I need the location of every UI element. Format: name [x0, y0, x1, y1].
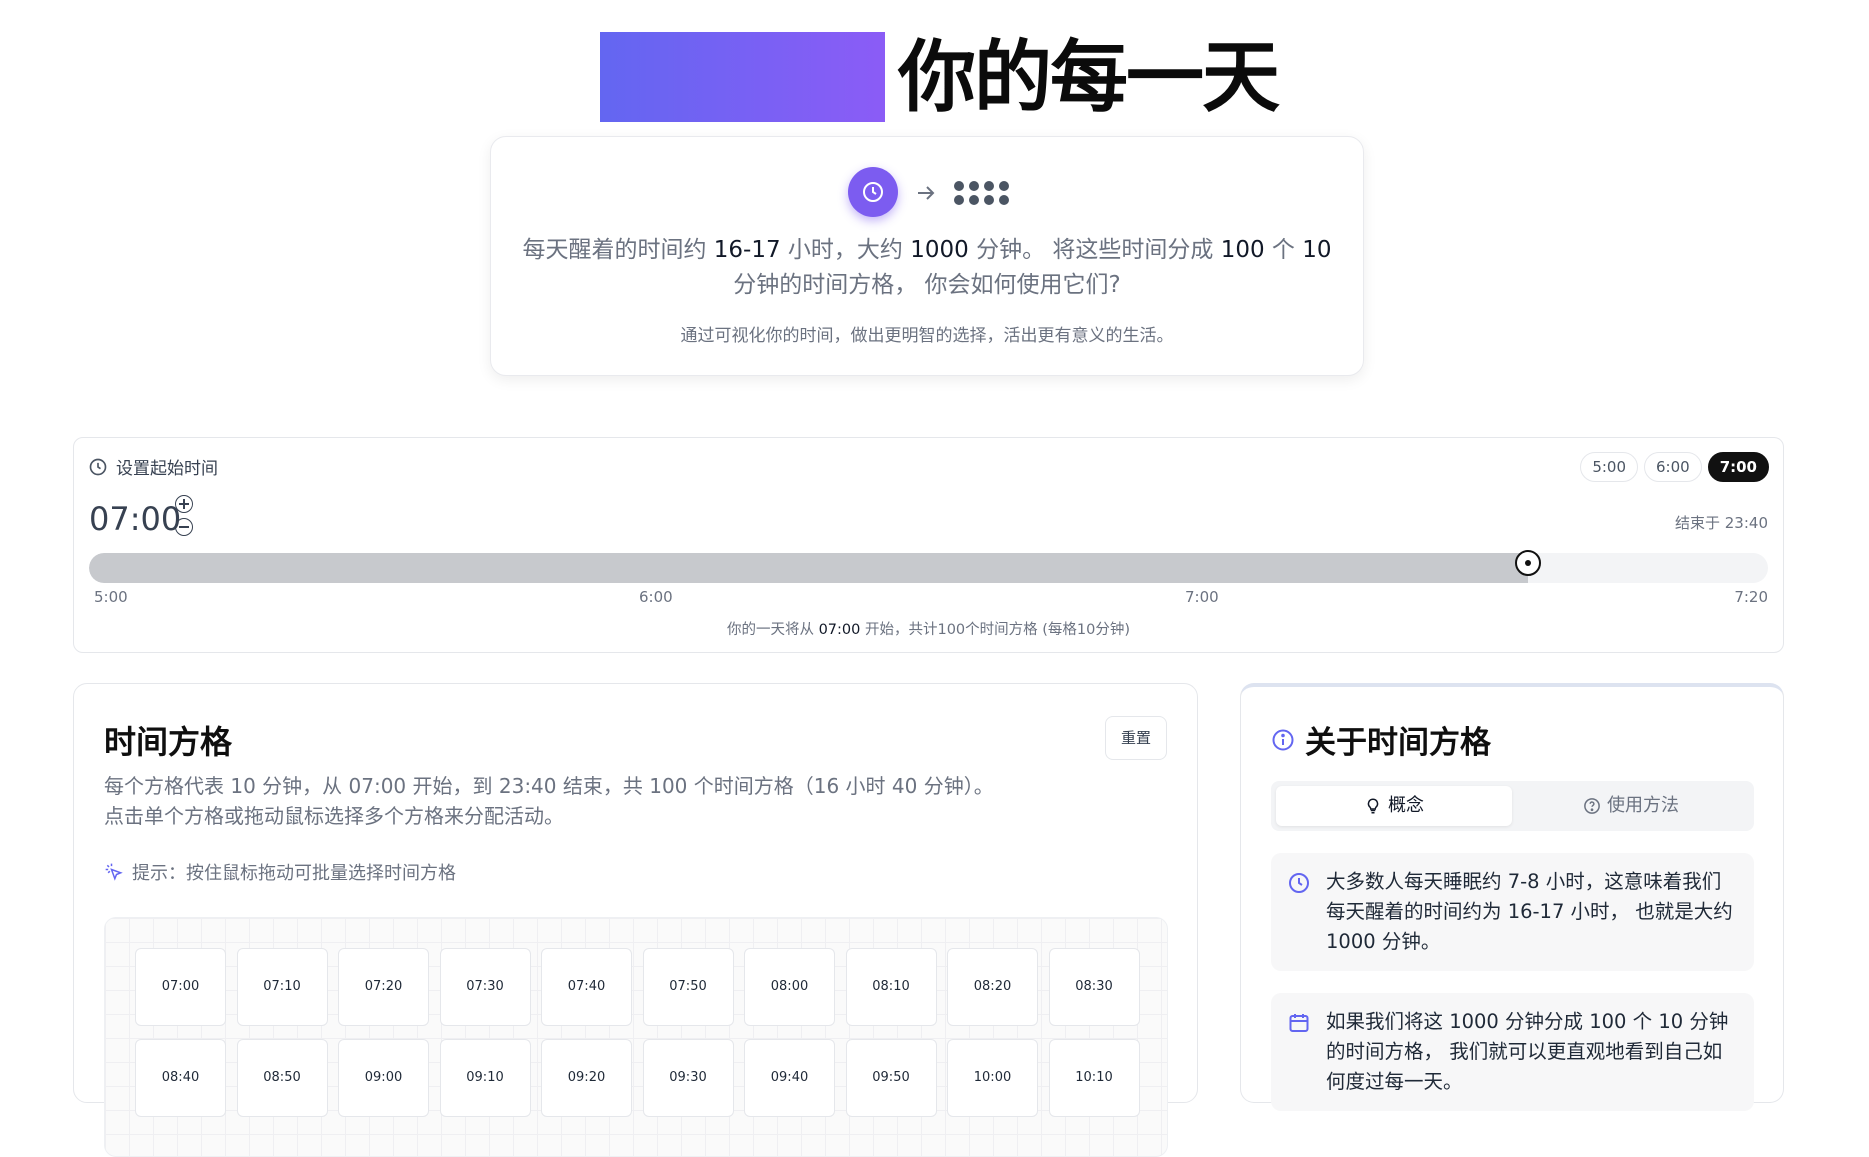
- about-tabs: 概念 使用方法: [1271, 781, 1754, 831]
- time-cell[interactable]: 10:10: [1048, 1039, 1140, 1117]
- time-cell[interactable]: 07:10: [236, 948, 328, 1026]
- hero: 你的每一天: [0, 30, 1869, 126]
- grid-dots-icon: [953, 179, 1013, 211]
- time-cell[interactable]: 08:20: [947, 948, 1038, 1026]
- reset-button[interactable]: 重置: [1105, 716, 1167, 760]
- start-time-label: 设置起始时间: [88, 454, 218, 479]
- time-cell[interactable]: 07:50: [642, 948, 734, 1026]
- time-cell[interactable]: 07:20: [338, 948, 429, 1026]
- intro-card: 每天醒着的时间约 16-17 小时，大约 1000 分钟。 将这些时间分成 10…: [490, 136, 1364, 376]
- time-cell[interactable]: 09:20: [541, 1039, 632, 1117]
- time-cell[interactable]: 10:00: [947, 1039, 1038, 1117]
- decrement-button[interactable]: [175, 518, 193, 536]
- clock-icon: [848, 167, 898, 217]
- time-cell[interactable]: 08:00: [744, 948, 835, 1026]
- time-cell[interactable]: 09:10: [439, 1039, 531, 1117]
- time-cell[interactable]: 08:40: [135, 1039, 226, 1117]
- start-time-panel: 设置起始时间 5:00 6:00 7:00 07:00 结束于 23:40 5:…: [73, 437, 1784, 653]
- grid-description: 每个方格代表 10 分钟，从 07:00 开始，到 23:40 结束，共 100…: [104, 774, 994, 828]
- about-title: 关于时间方格: [1271, 717, 1491, 762]
- time-cell[interactable]: 09:40: [744, 1039, 835, 1117]
- tab-concept[interactable]: 概念: [1276, 786, 1512, 826]
- preset-group: 5:00 6:00 7:00: [1580, 452, 1769, 482]
- time-grid-card: 时间方格 重置 每个方格代表 10 分钟，从 07:00 开始，到 23:40 …: [73, 683, 1198, 1157]
- time-cell[interactable]: 08:30: [1048, 948, 1140, 1026]
- time-cell[interactable]: 09:30: [642, 1039, 734, 1117]
- preset-7-00[interactable]: 7:00: [1707, 452, 1769, 482]
- intro-icons: [491, 167, 1363, 219]
- arrow-right-icon: [915, 182, 937, 208]
- start-time-value: 07:00: [89, 500, 182, 538]
- info-icon: [1272, 729, 1294, 750]
- slider-tick: 7:00: [1185, 588, 1219, 606]
- calendar-icon: [1289, 1014, 1309, 1032]
- about-card: 关于时间方格 概念 使用方法 大多数人每天睡眠约 7-8 小时，这意味着我们每天…: [1240, 683, 1784, 1111]
- help-circle-icon: [1584, 798, 1600, 814]
- clock-outline-icon: [1289, 873, 1309, 893]
- preset-6-00[interactable]: 6:00: [1644, 452, 1702, 482]
- slider-tick: 5:00: [94, 588, 128, 606]
- clock-outline-icon: [89, 458, 107, 475]
- start-time-summary: 你的一天将从 07:00 开始，共计100个时间方格 (每格10分钟): [726, 622, 1131, 638]
- concept-box-sleep: 大多数人每天睡眠约 7-8 小时，这意味着我们每天醒着的时间约为 16-17 小…: [1271, 853, 1754, 971]
- hero-gradient-block: [600, 32, 885, 122]
- time-cell[interactable]: 07:00: [135, 948, 226, 1026]
- slider-tick: 6:00: [639, 588, 673, 606]
- time-cell[interactable]: 08:10: [845, 948, 937, 1026]
- preset-5-00[interactable]: 5:00: [1580, 452, 1638, 482]
- time-grid: 07:00 07:10 07:20 07:30 07:40 07:50 08:00 08:10…: [104, 917, 1168, 1157]
- lightbulb-icon: [1367, 798, 1379, 814]
- end-time-label: 结束于 23:40: [1675, 514, 1768, 532]
- concept-box-grid: 如果我们将这 1000 分钟分成 100 个 10 分钟的时间方格， 我们就可以…: [1271, 993, 1754, 1111]
- drag-hint: 提示：按住鼠标拖动可批量选择时间方格: [104, 859, 456, 885]
- intro-text: 每天醒着的时间约 16-17 小时，大约 1000 分钟。 将这些时间分成 10…: [522, 237, 1332, 298]
- time-slider-thumb[interactable]: [1514, 550, 1541, 576]
- time-stepper: [175, 495, 195, 541]
- time-cell[interactable]: 07:40: [541, 948, 632, 1026]
- slider-tick: 7:20: [1734, 588, 1768, 606]
- page-title: 你的每一天: [898, 33, 1280, 123]
- time-cell[interactable]: 09:50: [845, 1039, 937, 1117]
- time-cell[interactable]: 09:00: [338, 1039, 429, 1117]
- increment-button[interactable]: [175, 495, 193, 513]
- intro-subtitle: 通过可视化你的时间，做出更明智的选择，活出更有意义的生活。: [680, 326, 1174, 346]
- time-slider-fill: [89, 553, 1528, 583]
- grid-title: 时间方格: [104, 723, 233, 761]
- time-cell[interactable]: 07:30: [439, 948, 531, 1026]
- pointer-click-icon: [105, 863, 123, 881]
- tab-usage[interactable]: 使用方法: [1513, 786, 1749, 826]
- time-cell[interactable]: 08:50: [236, 1039, 328, 1117]
